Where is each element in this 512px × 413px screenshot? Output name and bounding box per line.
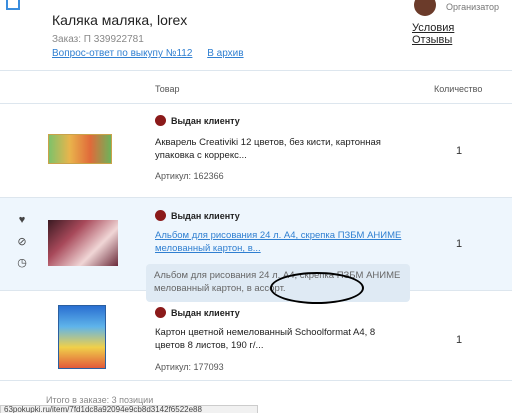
product-quantity: 1 [456,238,463,250]
order-icon [6,0,20,10]
status-label: Выдан клиенту [171,115,240,126]
status-label: Выдан клиенту [171,210,240,221]
terms-link[interactable]: Условия [412,22,454,34]
table-header: Товар Количество [0,70,512,104]
product-image[interactable] [48,134,112,164]
product-image[interactable] [58,305,106,369]
order-header: Каляка маляка, lorex Заказ: П 339922781 … [0,0,512,70]
product-image[interactable] [48,220,118,266]
organizer-avatar[interactable] [414,0,436,16]
product-name: Акварель Creativiki 12 цветов, без кисти… [155,137,381,161]
order-number: Заказ: П 339922781 [52,34,144,45]
header-links: Вопрос-ответ по выкупу №112 В архив [52,48,256,59]
question-link[interactable]: Вопрос-ответ по выкупу №112 [52,48,192,59]
status-dot-icon [155,115,166,126]
product-article: Артикул: 162366 [155,171,224,181]
column-quantity: Количество [434,84,483,94]
organizer-label: Организатор [446,2,500,12]
order-total: Итого в заказе: 3 позиции [46,395,154,405]
status-label: Выдан клиенту [171,307,240,318]
heart-icon[interactable]: ♥ [14,214,30,235]
archive-link[interactable]: В архив [207,48,243,59]
reviews-link[interactable]: Отзывы [412,34,452,46]
shop-title: Каляка маляка, lorex [52,12,188,28]
clock-icon[interactable]: ◷ [14,256,30,277]
status-dot-icon [155,210,166,221]
status-dot-icon [155,307,166,318]
status-badge: Выдан клиенту [155,307,240,318]
status-badge: Выдан клиенту [155,115,240,126]
product-article: Артикул: 177093 [155,362,224,372]
row-actions: ♥ ⊘ ◷ [14,214,30,277]
column-product: Товар [155,84,180,94]
product-name-link[interactable]: Альбом для рисования 24 л. А4, скрепка П… [155,229,405,255]
right-links: Условия Отзывы [412,22,512,46]
status-url: 63pokupki.ru/item/7fd1dc8a92094e9cb8d314… [0,405,258,413]
product-quantity: 1 [456,334,463,346]
percent-icon[interactable]: ⊘ [14,235,30,256]
product-name: Картон цветной немелованный Schoolformat… [155,327,376,351]
product-quantity: 1 [456,145,463,157]
status-badge: Выдан клиенту [155,210,240,221]
